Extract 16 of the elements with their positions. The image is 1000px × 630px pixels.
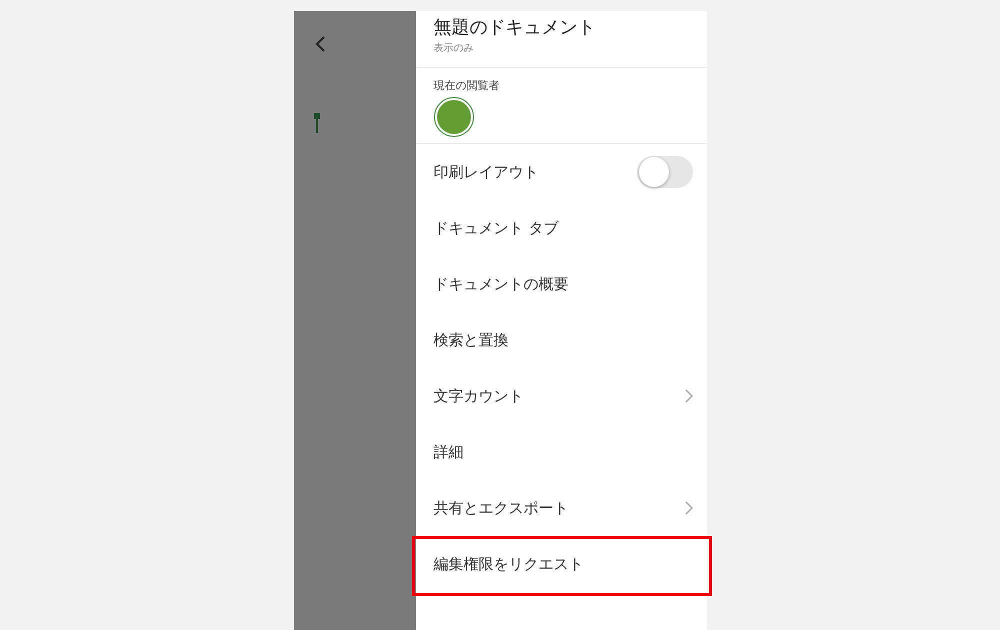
viewers-label: 現在の閲覧者	[434, 78, 500, 93]
menu-item[interactable]: 印刷レイアウト	[434, 162, 538, 182]
menu-item[interactable]: 共有とエクスポート	[434, 498, 568, 518]
toggle-switch[interactable]	[636, 156, 692, 188]
back-icon[interactable]	[314, 35, 326, 53]
document-title: 無題のドキュメント	[434, 16, 596, 39]
menu-item[interactable]: 検索と置換	[434, 330, 508, 350]
menu-item[interactable]: ドキュメントの概要	[434, 274, 568, 294]
chevron-icon	[684, 389, 692, 403]
pin-icon	[314, 113, 320, 133]
menu-item[interactable]: 詳細	[434, 442, 464, 462]
chevron-icon	[684, 501, 692, 515]
menu-item[interactable]: 編集権限をリクエスト	[434, 554, 584, 574]
menu-item[interactable]: ドキュメント タブ	[434, 218, 558, 238]
menu-item[interactable]: 文字カウント	[434, 386, 524, 406]
document-subtitle: 表示のみ	[434, 42, 474, 55]
